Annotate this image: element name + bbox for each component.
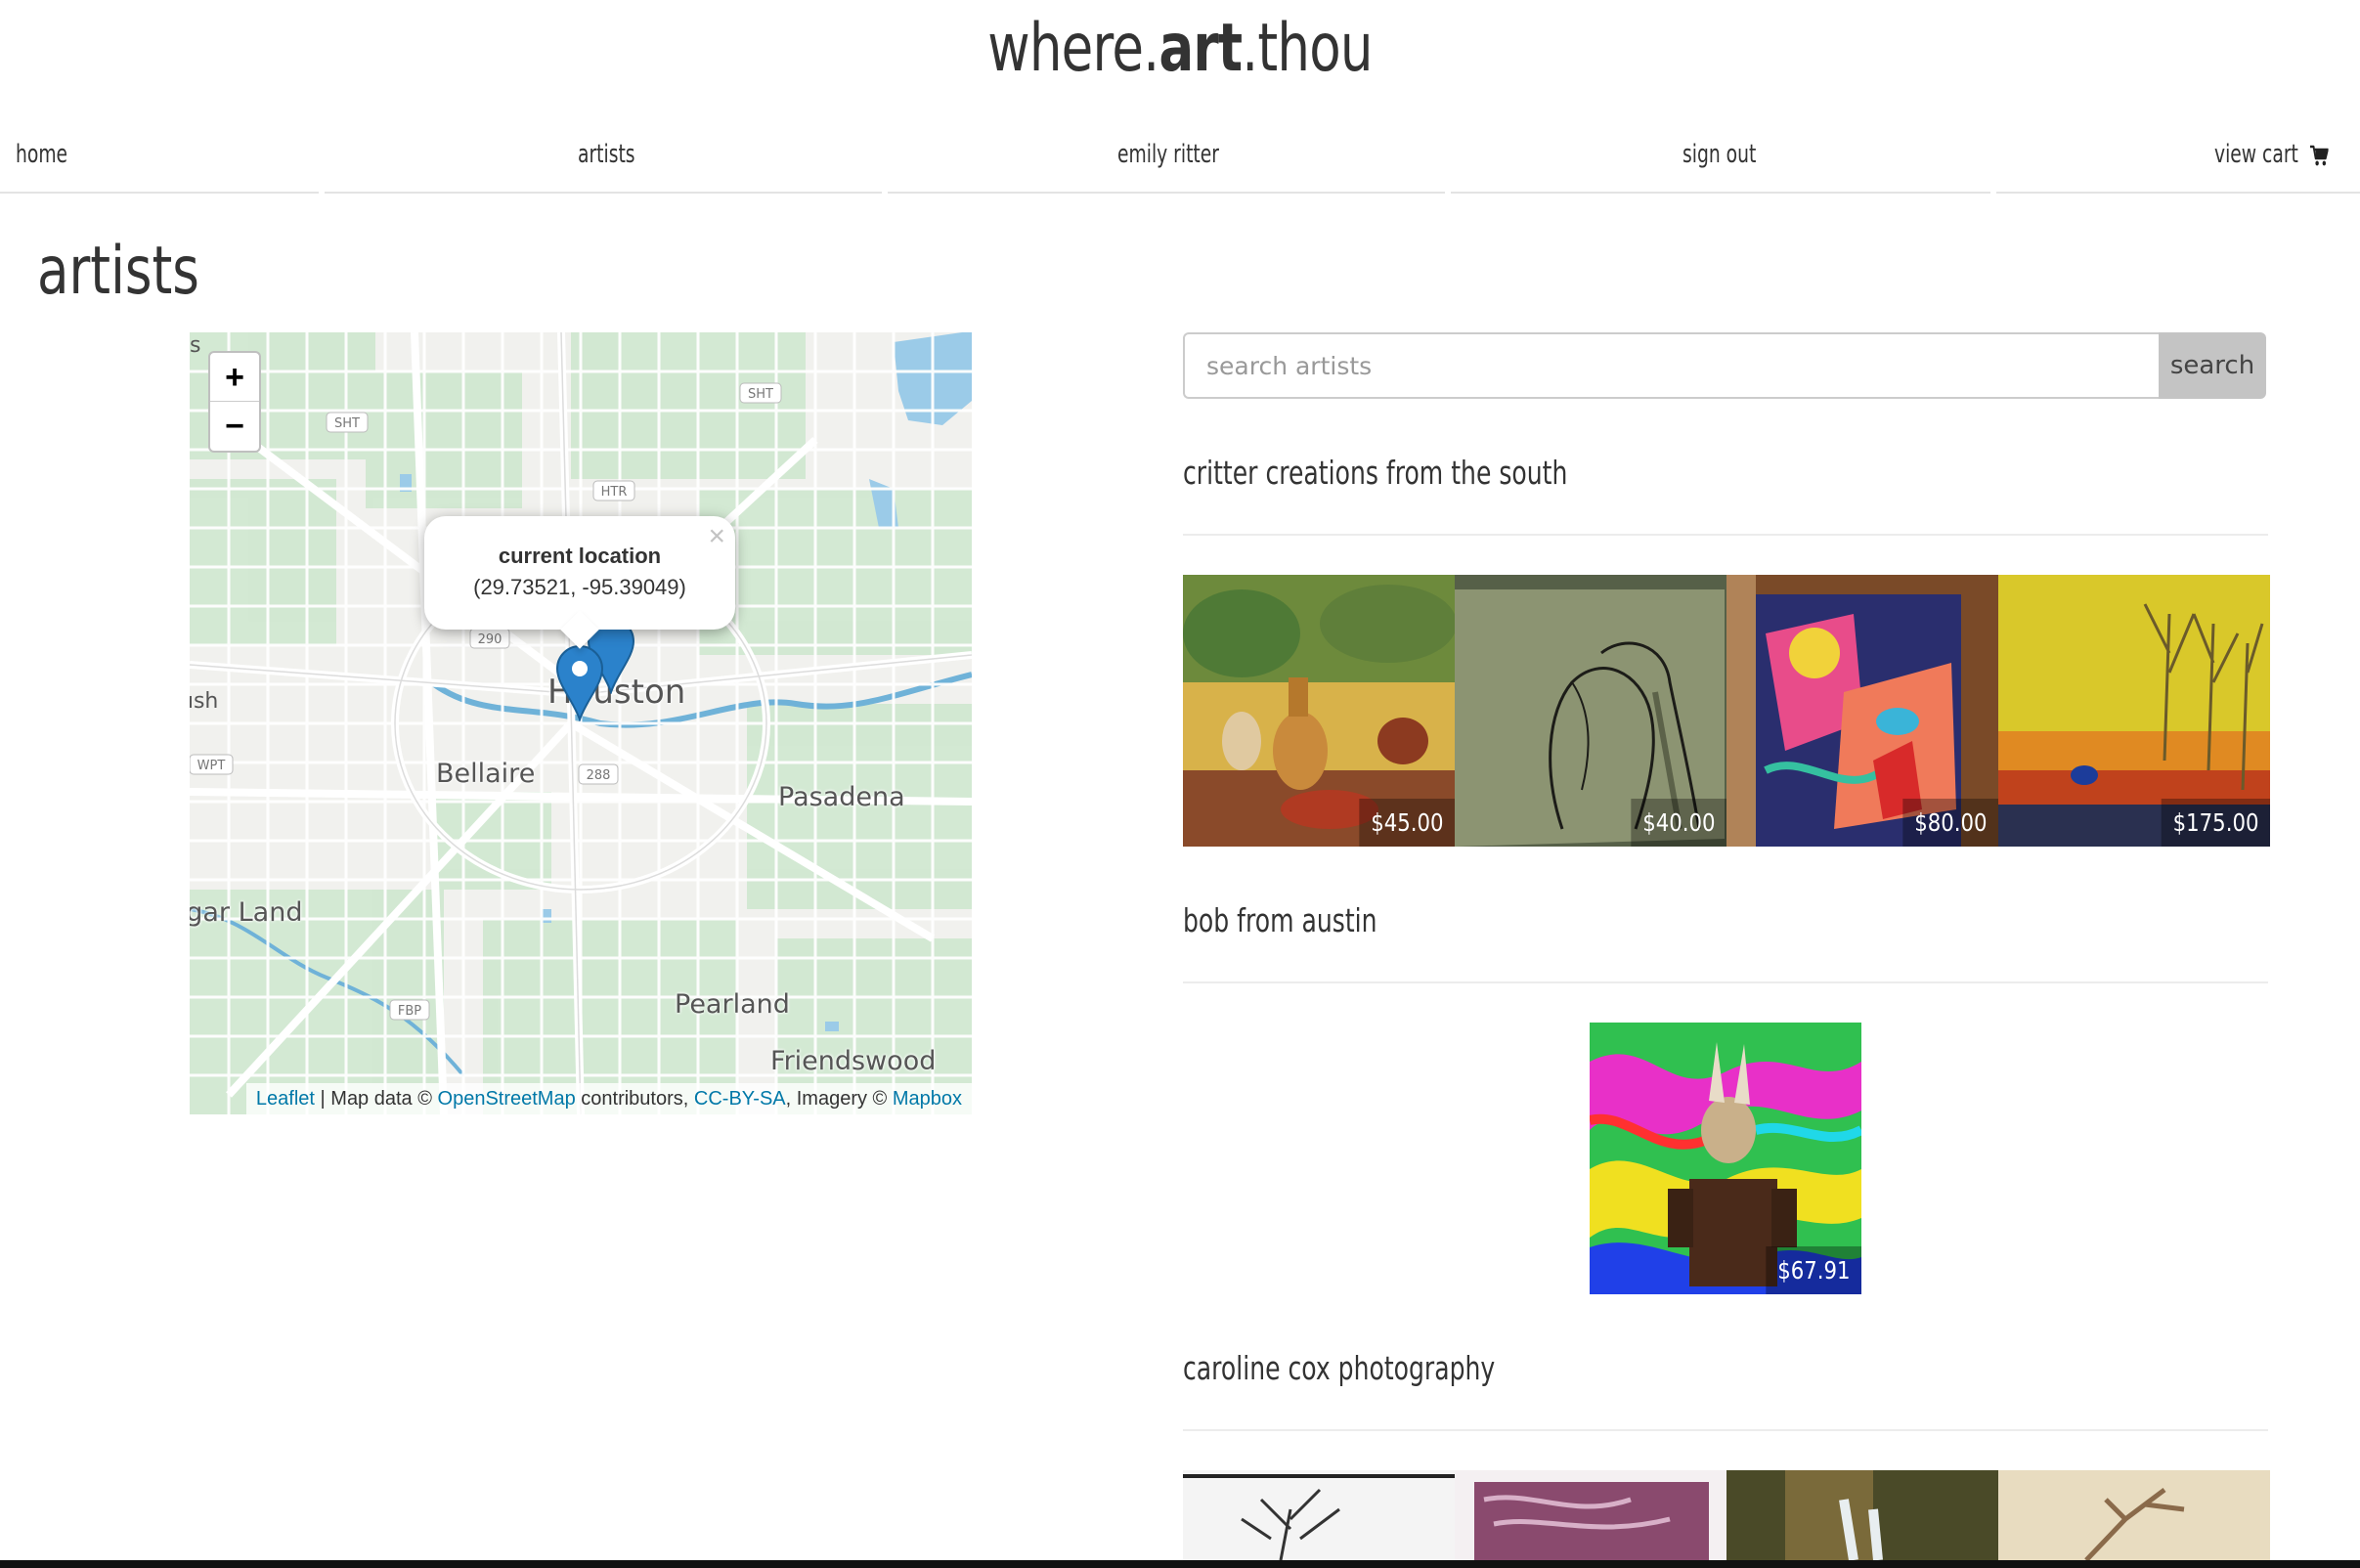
map-label-bellaire: Bellaire xyxy=(436,759,536,789)
nav-user[interactable]: emily ritter xyxy=(1117,117,1219,192)
artist-name-link[interactable]: critter creations from the south xyxy=(1183,454,1567,492)
artwork-thumbnail[interactable] xyxy=(1183,1470,1455,1560)
artist-map[interactable]: SHT SHT HTR 290 288 WPT FBP s ush Housto… xyxy=(190,332,972,1114)
attribution-text: | Map data © xyxy=(314,1088,438,1110)
nav-divider xyxy=(1996,192,2360,194)
artwork-image xyxy=(1455,1470,1726,1560)
artwork-image xyxy=(1183,1470,1455,1560)
nav-divider xyxy=(0,192,319,194)
site-logo[interactable]: where.art.thou xyxy=(260,10,2101,87)
svg-text:SHT: SHT xyxy=(748,387,773,402)
artist-name-link[interactable]: bob from austin xyxy=(1183,901,1377,939)
popup-title: current location xyxy=(498,544,662,568)
zoom-control: + − xyxy=(208,351,261,453)
nav-divider xyxy=(325,192,882,194)
search-button[interactable]: search xyxy=(2159,332,2266,399)
artist-divider xyxy=(1183,1429,2268,1431)
svg-text:ush: ush xyxy=(190,689,218,714)
artist-divider xyxy=(1183,981,2268,983)
search-input[interactable] xyxy=(1183,332,2161,399)
license-link[interactable]: CC-BY-SA xyxy=(694,1088,786,1110)
artwork-image xyxy=(1726,1470,1998,1560)
main-nav: home artists emily ritter sign out view … xyxy=(0,117,2360,194)
nav-view-cart-label: view cart xyxy=(2214,140,2298,169)
artwork-price: $175.00 xyxy=(2161,799,2270,847)
nav-divider xyxy=(1451,192,1990,194)
artwork-thumbnail[interactable]: $40.00 xyxy=(1455,575,1726,847)
location-popup: × current location (29.73521, -95.39049) xyxy=(424,516,735,649)
svg-text:SHT: SHT xyxy=(334,416,360,431)
artwork-thumbnail[interactable]: $67.91 xyxy=(1590,1023,1861,1294)
svg-text:290: 290 xyxy=(478,632,503,647)
zoom-out-button[interactable]: − xyxy=(210,402,259,451)
artwork-thumbnail[interactable] xyxy=(1455,1470,1726,1560)
current-location-marker[interactable] xyxy=(555,643,604,721)
nav-artists[interactable]: artists xyxy=(578,117,635,192)
map-label-sugar-land: Sugar Land xyxy=(190,897,303,928)
attribution-text: contributors, xyxy=(575,1088,694,1110)
svg-text:s: s xyxy=(190,333,200,358)
artwork-price: $80.00 xyxy=(1901,799,1998,847)
nav-home[interactable]: home xyxy=(16,117,67,192)
window-bottom-edge xyxy=(0,1560,2360,1568)
page-title: artists xyxy=(37,233,199,310)
artwork-thumbnail[interactable]: $45.00 xyxy=(1183,575,1455,847)
attribution-text: , Imagery © xyxy=(785,1088,893,1110)
artwork-thumbnail[interactable] xyxy=(1998,1470,2270,1560)
popup-coordinates: (29.73521, -95.39049) xyxy=(473,575,686,599)
mapbox-link[interactable]: Mapbox xyxy=(893,1088,962,1110)
shopping-cart-icon xyxy=(2309,145,2329,165)
artist-divider xyxy=(1183,534,2268,536)
map-label-pasadena: Pasadena xyxy=(778,782,905,812)
artwork-image xyxy=(1998,1470,2270,1560)
map-label-friendswood: Friendswood xyxy=(770,1046,937,1076)
artist-name-link[interactable]: caroline cox photography xyxy=(1183,1349,1495,1387)
map-label-pearland: Pearland xyxy=(675,989,790,1020)
artwork-thumbnail[interactable]: $175.00 xyxy=(1998,575,2270,847)
map-attribution: Leaflet | Map data © OpenStreetMap contr… xyxy=(245,1083,972,1114)
artwork-price: $40.00 xyxy=(1630,799,1726,847)
nav-divider xyxy=(888,192,1445,194)
artwork-price: $45.00 xyxy=(1358,799,1455,847)
nav-view-cart[interactable]: view cart xyxy=(2214,117,2329,192)
popup-close-button[interactable]: × xyxy=(708,520,725,553)
svg-text:WPT: WPT xyxy=(197,759,226,773)
svg-text:288: 288 xyxy=(587,768,611,783)
map-tiles[interactable]: SHT SHT HTR 290 288 WPT FBP s ush xyxy=(190,332,972,1114)
zoom-in-button[interactable]: + xyxy=(210,353,259,402)
artwork-price: $67.91 xyxy=(1765,1246,1861,1294)
openstreetmap-link[interactable]: OpenStreetMap xyxy=(438,1088,576,1110)
artwork-thumbnail[interactable]: $80.00 xyxy=(1726,575,1998,847)
artist-search: search xyxy=(1183,332,2266,399)
leaflet-link[interactable]: Leaflet xyxy=(256,1088,315,1110)
artwork-thumbnail[interactable] xyxy=(1726,1470,1998,1560)
svg-text:FBP: FBP xyxy=(398,1004,421,1019)
svg-text:HTR: HTR xyxy=(601,485,628,500)
nav-sign-out[interactable]: sign out xyxy=(1683,117,1756,192)
